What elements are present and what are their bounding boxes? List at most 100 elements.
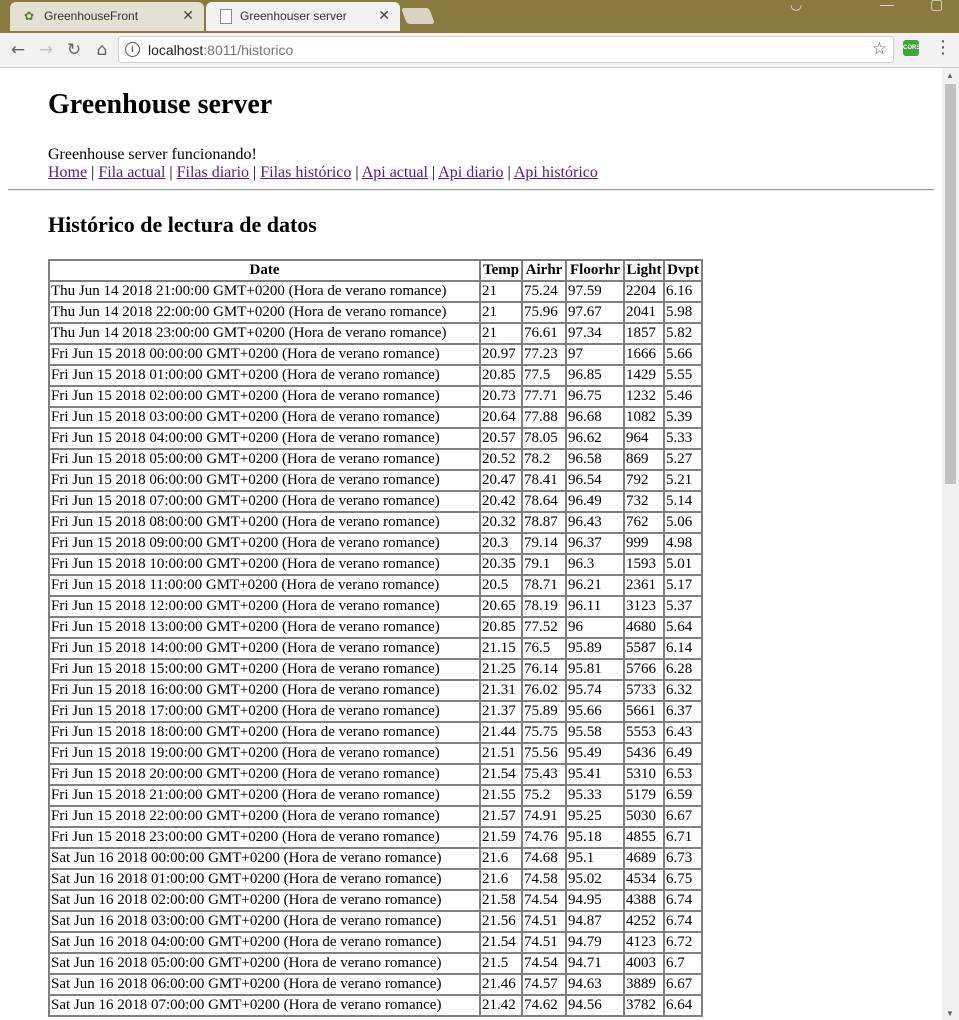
table-cell: 21.5	[480, 953, 522, 974]
table-cell: 4388	[624, 890, 664, 911]
link-filas-historico[interactable]: Filas histórico	[260, 164, 351, 181]
home-icon[interactable]: ⌂	[89, 37, 115, 63]
close-tab-icon[interactable]: ✕	[182, 7, 194, 24]
table-cell: 20.42	[480, 491, 522, 512]
table-cell: 77.23	[522, 344, 566, 365]
table-cell: 999	[624, 533, 664, 554]
link-home[interactable]: Home	[48, 164, 87, 181]
table-cell: 3123	[624, 596, 664, 617]
scroll-up-arrow-icon[interactable]: ▲	[946, 71, 954, 80]
table-cell: 96.62	[566, 428, 624, 449]
table-cell: 6.37	[664, 701, 702, 722]
link-api-diario[interactable]: Api diario	[438, 164, 503, 181]
table-header-row: Date Temp Airhr Floorhr Light Dvpt	[49, 260, 702, 281]
separator: |	[431, 164, 436, 181]
separator: |	[253, 164, 257, 181]
reload-icon[interactable]: ↻	[61, 37, 87, 63]
table-cell: 78.87	[522, 512, 566, 533]
table-cell: 20.5	[480, 575, 522, 596]
table-cell: 96.11	[566, 596, 624, 617]
info-icon[interactable]: i	[125, 42, 140, 57]
table-cell: 95.89	[566, 638, 624, 659]
new-tab-button[interactable]	[401, 8, 435, 24]
table-cell: 6.32	[664, 680, 702, 701]
table-cell: 6.7	[664, 953, 702, 974]
table-cell: 94.95	[566, 890, 624, 911]
table-cell: 96	[566, 617, 624, 638]
table-cell: 95.1	[566, 848, 624, 869]
link-fila-actual[interactable]: Fila actual	[98, 164, 165, 181]
table-cell: 20.97	[480, 344, 522, 365]
table-cell: 6.73	[664, 848, 702, 869]
table-cell: 1857	[624, 323, 664, 344]
table-cell: 77.52	[522, 617, 566, 638]
table-cell: 5030	[624, 806, 664, 827]
link-api-actual[interactable]: Api actual	[362, 164, 428, 181]
table-cell: 21.25	[480, 659, 522, 680]
table-row: Fri Jun 15 2018 05:00:00 GMT+0200 (Hora …	[49, 449, 702, 470]
separator: |	[169, 164, 173, 181]
table-row: Fri Jun 15 2018 13:00:00 GMT+0200 (Hora …	[49, 617, 702, 638]
table-row: Thu Jun 14 2018 21:00:00 GMT+0200 (Hora …	[49, 281, 702, 302]
table-cell: 5587	[624, 638, 664, 659]
table-cell: Fri Jun 15 2018 09:00:00 GMT+0200 (Hora …	[49, 533, 480, 554]
scrollbar-thumb[interactable]	[945, 84, 956, 484]
link-api-historico[interactable]: Api histórico	[514, 164, 598, 181]
table-row: Sat Jun 16 2018 07:00:00 GMT+0200 (Hora …	[49, 995, 702, 1016]
table-cell: 78.71	[522, 575, 566, 596]
table-cell: 96.68	[566, 407, 624, 428]
table-row: Fri Jun 15 2018 04:00:00 GMT+0200 (Hora …	[49, 428, 702, 449]
bookmark-star-icon[interactable]: ☆	[872, 39, 887, 59]
table-cell: 95.33	[566, 785, 624, 806]
table-cell: 6.53	[664, 764, 702, 785]
forward-arrow-icon[interactable]: →	[33, 37, 59, 63]
back-arrow-icon[interactable]: ←	[5, 37, 31, 63]
profile-icon[interactable]: ◡	[790, 0, 802, 13]
url-text[interactable]: localhost:8011/historico	[148, 42, 293, 58]
browser-toolbar: ← → ↻ ⌂ i localhost:8011/historico ☆ COR…	[0, 33, 959, 68]
minimize-icon[interactable]: —	[880, 0, 894, 12]
table-cell: 5.82	[664, 323, 702, 344]
scroll-down-arrow-icon[interactable]: ▼	[946, 1009, 954, 1018]
table-cell: 96.58	[566, 449, 624, 470]
section-title: Histórico de lectura de datos	[48, 212, 317, 237]
table-cell: 5.21	[664, 470, 702, 491]
close-tab-icon[interactable]: ✕	[378, 7, 390, 24]
table-cell: 20.52	[480, 449, 522, 470]
tab-greenhousefront[interactable]: ✿ GreenhouseFront ✕	[10, 2, 204, 31]
table-cell: 74.54	[522, 890, 566, 911]
table-cell: 6.67	[664, 806, 702, 827]
restore-icon[interactable]: ▢	[930, 0, 943, 13]
table-row: Thu Jun 14 2018 22:00:00 GMT+0200 (Hora …	[49, 302, 702, 323]
address-bar[interactable]: i localhost:8011/historico ☆	[118, 36, 894, 63]
table-cell: 21.37	[480, 701, 522, 722]
table-cell: Fri Jun 15 2018 23:00:00 GMT+0200 (Hora …	[49, 827, 480, 848]
cors-extension-icon[interactable]: CORS	[903, 40, 920, 56]
table-cell: 6.72	[664, 932, 702, 953]
table-cell: Sat Jun 16 2018 01:00:00 GMT+0200 (Hora …	[49, 869, 480, 890]
table-cell: 5733	[624, 680, 664, 701]
vertical-scrollbar[interactable]: ▲ ▼	[942, 68, 959, 1020]
status-text: Greenhouse server funcionando!	[48, 146, 257, 163]
table-cell: 5.66	[664, 344, 702, 365]
table-cell: 5.33	[664, 428, 702, 449]
table-cell: 95.49	[566, 743, 624, 764]
header-dvpt: Dvpt	[664, 260, 702, 281]
table-cell: 96.37	[566, 533, 624, 554]
table-cell: 6.64	[664, 995, 702, 1016]
table-row: Fri Jun 15 2018 06:00:00 GMT+0200 (Hora …	[49, 470, 702, 491]
link-filas-diario[interactable]: Filas diario	[177, 164, 249, 181]
kebab-menu-icon[interactable]: ⋮	[934, 37, 952, 58]
tab-greenhouser-server[interactable]: Greenhouser server ✕	[206, 2, 400, 31]
table-cell: 97.34	[566, 323, 624, 344]
table-cell: 6.16	[664, 281, 702, 302]
table-cell: 79.1	[522, 554, 566, 575]
table-cell: 94.79	[566, 932, 624, 953]
table-cell: 4123	[624, 932, 664, 953]
nav-links: Home | Fila actual | Filas diario | Fila…	[48, 164, 598, 182]
table-cell: 21	[480, 323, 522, 344]
table-cell: Fri Jun 15 2018 17:00:00 GMT+0200 (Hora …	[49, 701, 480, 722]
table-row: Sat Jun 16 2018 05:00:00 GMT+0200 (Hora …	[49, 953, 702, 974]
table-body: Thu Jun 14 2018 21:00:00 GMT+0200 (Hora …	[49, 281, 702, 1016]
table-cell: 20.73	[480, 386, 522, 407]
